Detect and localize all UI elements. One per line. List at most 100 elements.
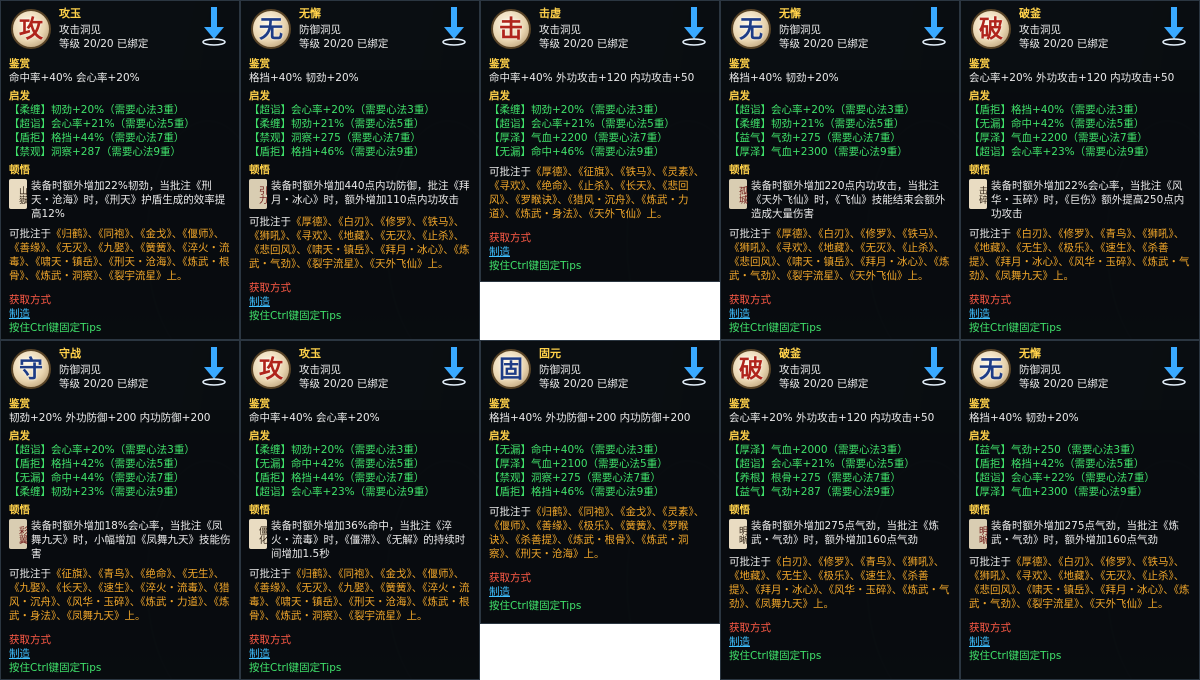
make-link[interactable]: 制造: [489, 245, 711, 259]
inspire-line: 【柔缠】韧劲+23%（需要心法9重）: [9, 485, 231, 499]
make-link[interactable]: 制造: [729, 307, 951, 321]
insight-seal-icon: 孤城: [729, 179, 747, 209]
inspire-tag: 【厚泽】: [729, 146, 771, 158]
inspire-tag: 【厚泽】: [969, 486, 1011, 498]
inspire-stat: 气血+2200: [531, 132, 588, 144]
make-link[interactable]: 制造: [9, 307, 231, 321]
equip-arrow-icon[interactable]: [1161, 7, 1187, 47]
inspire-stat: 气血+2200: [1011, 132, 1068, 144]
make-link[interactable]: 制造: [729, 635, 951, 649]
inspire-req: （需要心法5重）: [104, 458, 185, 470]
inspire-req: （需要心法9重）: [354, 486, 435, 498]
inspire-tag: 【柔缠】: [729, 118, 771, 130]
tooltip-header: 无无懈 防御洞见 等级 20/20 已绑定: [969, 347, 1191, 393]
equip-arrow-icon[interactable]: [441, 7, 467, 47]
appreciate-heading: 鉴赏: [729, 398, 750, 410]
appreciate-stats: 命中率+40% 外功攻击+120 内功攻击+50: [489, 72, 695, 84]
inspire-stat: 命中+42%: [291, 458, 345, 470]
appreciate-heading: 鉴赏: [489, 58, 510, 70]
equip-arrow-icon[interactable]: [921, 7, 947, 47]
inspire-line: 【超诣】会心率+20%（需要心法3重）: [9, 443, 231, 457]
insight-emblem-icon: 无: [971, 349, 1011, 389]
inspire-line: 【无漏】命中+44%（需要心法7重）: [9, 471, 231, 485]
equip-arrow-icon[interactable]: [201, 7, 227, 47]
ctrl-hint: 按住Ctrl键固定Tips: [969, 650, 1062, 662]
insight-type: 防御洞见: [539, 364, 581, 376]
inspire-tag: 【盾拒】: [249, 472, 291, 484]
insight-effect-text: 装备时额外增加22%会心率，当批注《风华・玉碎》时，《巨伤》额外提高250点内功…: [991, 180, 1185, 220]
appreciate-heading: 鉴赏: [489, 398, 510, 410]
inspire-line: 【柔缠】韧劲+21%（需要心法5重）: [249, 117, 471, 131]
inspire-tag: 【超诣】: [729, 458, 771, 470]
ctrl-hint: 按住Ctrl键固定Tips: [9, 662, 102, 674]
inspire-req: （需要心法7重）: [340, 132, 422, 144]
tooltip-header: 破破釜 攻击洞见 等级 20/20 已绑定: [729, 347, 951, 393]
make-link[interactable]: 制造: [489, 585, 711, 599]
inspire-stat: 格挡+42%: [51, 458, 105, 470]
equip-arrow-icon[interactable]: [681, 347, 707, 387]
tooltip-cell: 攻攻玉 攻击洞见 等级 20/20 已绑定 鉴赏 命中率+40% 会心率+20% 启发 【柔…: [240, 340, 480, 680]
insight-effect-text: 装备时额外增加36%命中，当批注《淬火・流毒》时，《僵滞》、《无解》的持续时间增…: [271, 520, 466, 560]
inspire-heading: 启发: [729, 430, 750, 442]
acquire-heading: 获取方式: [249, 634, 291, 646]
equip-arrow-icon[interactable]: [201, 347, 227, 387]
appreciate-stats: 格挡+40% 韧劲+20%: [729, 72, 839, 84]
inspire-tag: 【养根】: [729, 472, 771, 484]
equip-arrow-icon[interactable]: [441, 347, 467, 387]
make-link[interactable]: 制造: [969, 635, 1191, 649]
insight-type: 攻击洞见: [539, 24, 581, 36]
ctrl-hint: 按住Ctrl键固定Tips: [729, 322, 822, 334]
inspire-req: （需要心法3重）: [827, 444, 908, 456]
inspire-req: （需要心法9重）: [100, 146, 182, 158]
inspire-tag: 【柔缠】: [9, 486, 51, 498]
appreciate-stats: 格挡+40% 韧劲+20%: [969, 412, 1079, 424]
equip-arrow-icon[interactable]: [921, 347, 947, 387]
acquire-heading: 获取方式: [489, 232, 531, 244]
insight-type: 攻击洞见: [299, 364, 341, 376]
insight-name: 破釜: [779, 347, 801, 360]
insight-seal-icon: 明晰: [969, 519, 987, 549]
inspire-tag: 【盾拒】: [969, 458, 1011, 470]
inspire-stat: 气血+2100: [531, 458, 588, 470]
equip-arrow-icon[interactable]: [1161, 347, 1187, 387]
make-link[interactable]: 制造: [969, 307, 1191, 321]
acquire-heading: 获取方式: [9, 634, 51, 646]
inspire-stat: 气血+2300: [771, 146, 828, 158]
make-link[interactable]: 制造: [9, 647, 231, 661]
insight-level: 等级 20/20 已绑定: [1019, 38, 1109, 50]
equip-arrow-icon[interactable]: [681, 7, 707, 47]
ctrl-hint: 按住Ctrl键固定Tips: [249, 662, 342, 674]
inspire-line: 【益气】气劲+275（需要心法7重）: [729, 131, 951, 145]
insight-level: 等级 20/20 已绑定: [59, 378, 149, 390]
make-link[interactable]: 制造: [249, 647, 471, 661]
applicable-books: 可批注于《征旗》、《青鸟》、《绝命》、《无生》、《九娶》、《长天》、《速生》、《…: [9, 567, 231, 623]
inspire-tag: 【无漏】: [9, 472, 51, 484]
applicable-books: 可批注于《厚德》、《白刃》、《修罗》、《铁马》、《狮吼》、《寻欢》、《地藏》、《…: [249, 215, 471, 271]
inspire-tag: 【厚泽】: [729, 444, 771, 456]
inspire-stat: 气劲+250: [1011, 444, 1061, 456]
inspire-tag: 【益气】: [729, 132, 771, 144]
inspire-heading: 启发: [489, 430, 510, 442]
inspire-req: （需要心法5重）: [587, 458, 668, 470]
make-link[interactable]: 制造: [249, 295, 471, 309]
inspire-heading: 启发: [729, 90, 750, 102]
inspire-line: 【益气】气劲+250（需要心法3重）: [969, 443, 1191, 457]
inspire-stat: 会心率+20%: [51, 444, 115, 456]
inspire-tag: 【无漏】: [969, 118, 1011, 130]
inspire-line: 【超诣】会心率+21%（需要心法5重）: [729, 457, 951, 471]
inspire-stat: 会心率+20%: [291, 104, 355, 116]
inspire-stat: 会心率+23%: [1011, 146, 1075, 158]
inspire-line: 【超诣】会心率+21%（需要心法5重）: [9, 117, 231, 131]
inspire-tag: 【超诣】: [9, 444, 51, 456]
inspire-req: （需要心法7重）: [344, 472, 425, 484]
inspire-stat: 韧劲+20%: [291, 444, 345, 456]
insight-level: 等级 20/20 已绑定: [59, 38, 149, 50]
inspire-line: 【厚泽】气血+2200（需要心法7重）: [489, 131, 711, 145]
inspire-stat: 命中+42%: [1011, 118, 1065, 130]
insight-effect-text: 装备时额外增加22%韧劲，当批注《刑天・沧海》时，《刑天》护盾生成的效率提高12…: [31, 180, 226, 220]
insight-heading: 顿悟: [969, 504, 990, 516]
applicable-label: 可批注于: [249, 568, 291, 580]
insight-level: 等级 20/20 已绑定: [779, 378, 869, 390]
inspire-req: （需要心法7重）: [587, 132, 668, 144]
insight-tooltip: 攻攻玉 攻击洞见 等级 20/20 已绑定 鉴赏 命中率+40% 会心率+20% 启发 【柔…: [0, 0, 240, 340]
